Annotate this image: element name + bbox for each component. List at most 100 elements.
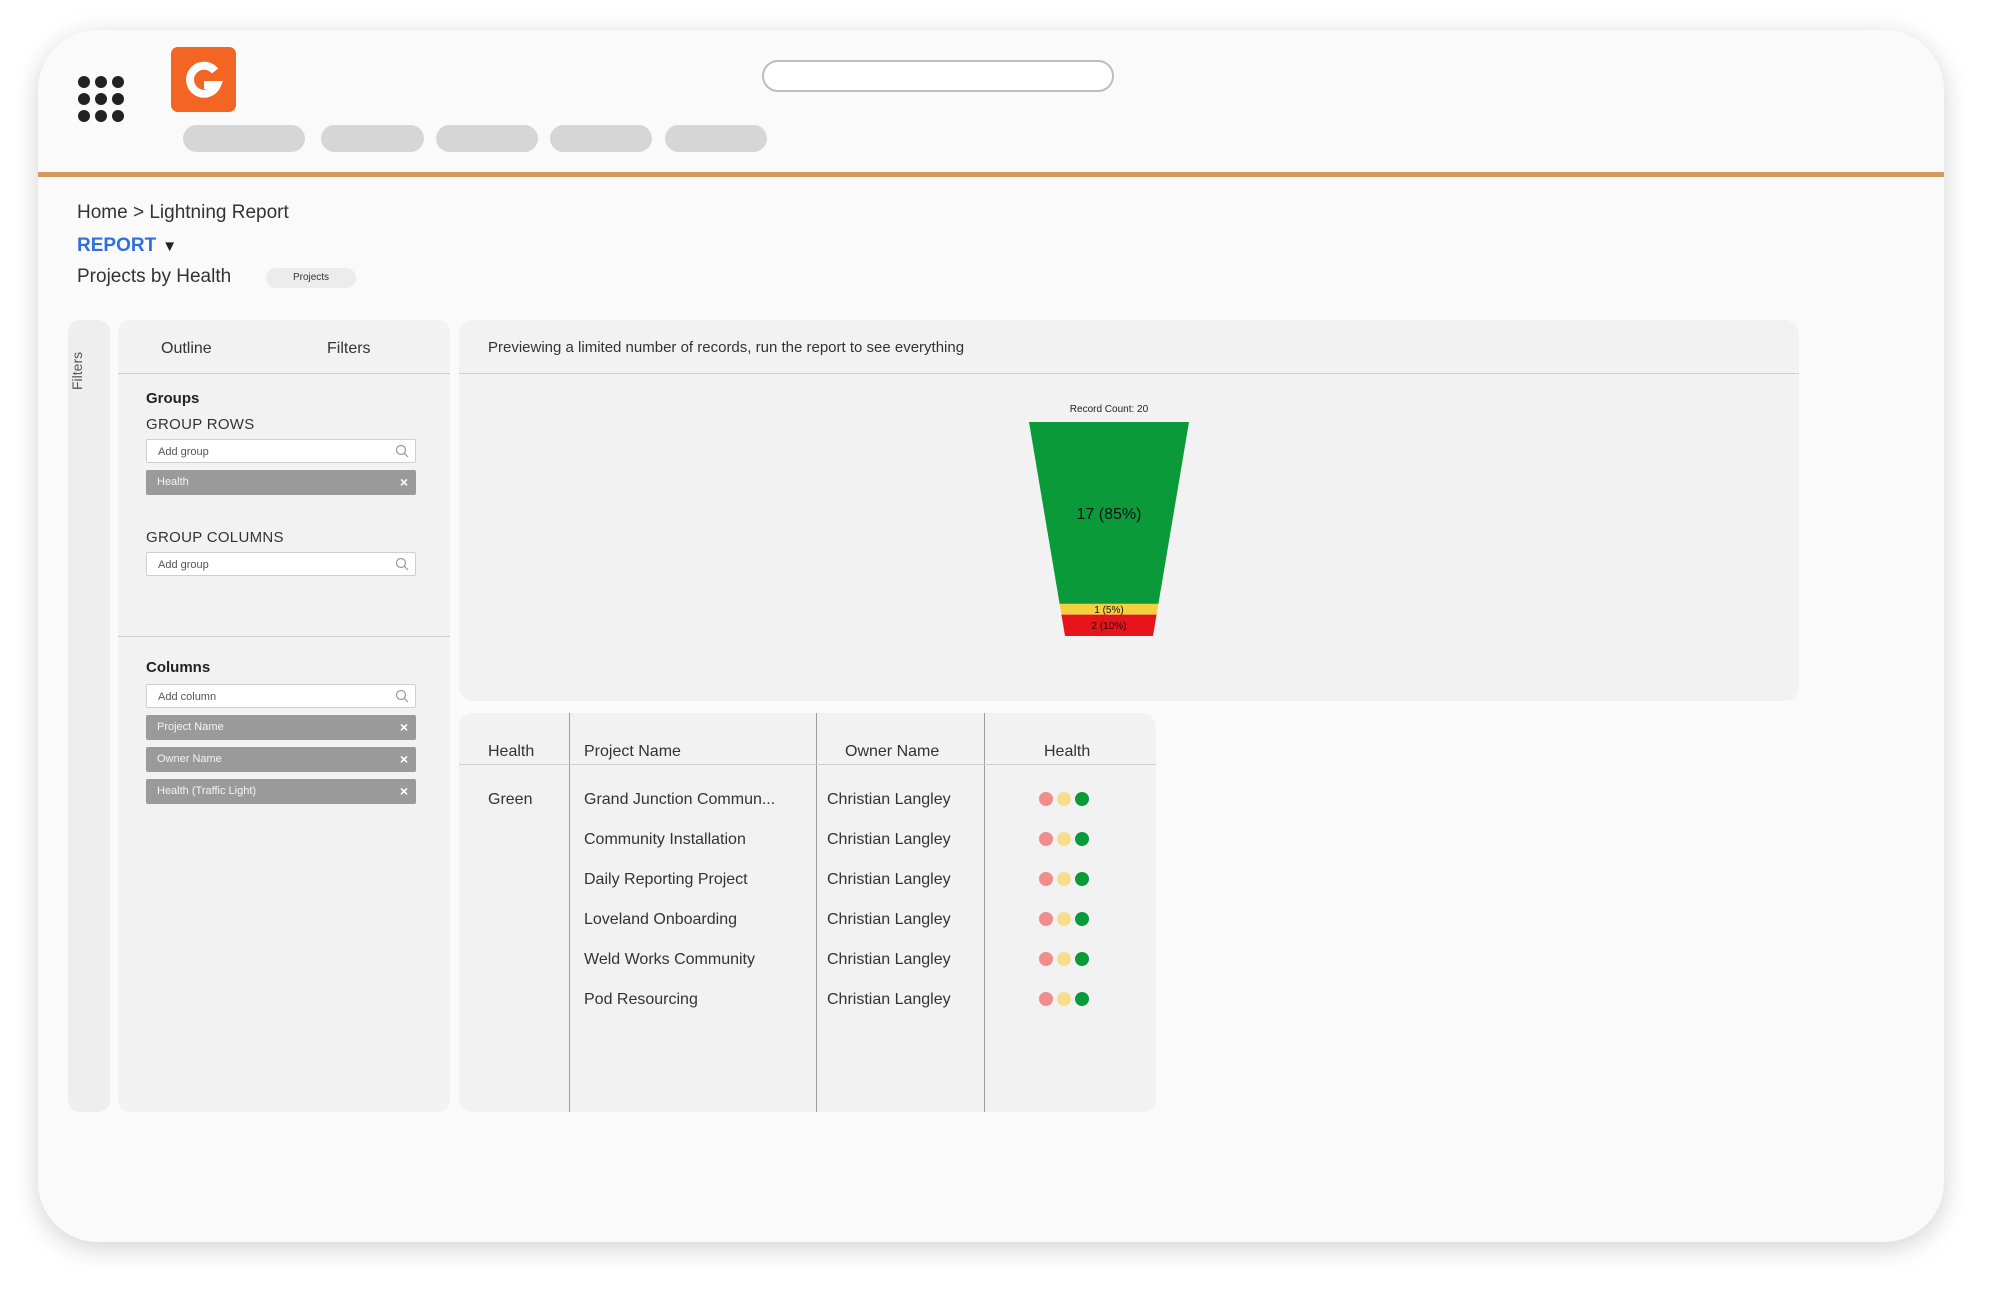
- cell-project-name[interactable]: Daily Reporting Project: [584, 871, 748, 889]
- column-divider: [569, 713, 570, 1112]
- column-chip-owner-name[interactable]: Owner Name ×: [146, 747, 416, 772]
- yellow-light-icon: [1057, 832, 1071, 846]
- search-icon: [395, 689, 409, 703]
- group-row-chip-health[interactable]: Health ×: [146, 470, 416, 495]
- filters-rail[interactable]: Filters: [68, 320, 110, 1112]
- cell-owner-name: Christian Langley: [827, 911, 951, 928]
- funnel-segment-label: 2 (10%): [1091, 621, 1126, 632]
- green-light-icon: [1075, 872, 1089, 886]
- g-logo-icon[interactable]: [171, 47, 236, 112]
- funnel-chart[interactable]: Record Count: 20 17 (85%) 1 (5%) 2 (10%): [1019, 400, 1199, 640]
- caret-down-icon: ▼: [162, 238, 178, 255]
- header-row-divider: [459, 764, 1156, 765]
- chart-title: Record Count: 20: [1070, 404, 1149, 415]
- columns-title: Columns: [146, 659, 211, 676]
- funnel-segment-label: 1 (5%): [1094, 605, 1123, 616]
- cell-owner-name: Christian Langley: [827, 791, 951, 808]
- column-chip-health-traffic-light[interactable]: Health (Traffic Light) ×: [146, 779, 416, 804]
- column-header-health[interactable]: Health: [488, 743, 534, 761]
- report-label: REPORT: [77, 235, 157, 256]
- report-menu-button[interactable]: REPORT ▼: [77, 235, 177, 257]
- close-icon[interactable]: ×: [400, 779, 408, 804]
- traffic-light-indicator: [1039, 992, 1099, 1008]
- red-light-icon: [1039, 872, 1053, 886]
- cell-project-name[interactable]: Community Installation: [584, 831, 746, 849]
- nav-tab-3[interactable]: [436, 125, 538, 152]
- tab-filters[interactable]: Filters: [327, 340, 371, 358]
- cell-owner-name: Christian Langley: [827, 831, 951, 848]
- global-search-input[interactable]: [762, 60, 1114, 92]
- app-launcher-icon[interactable]: [78, 76, 124, 122]
- nav-tab-2[interactable]: [321, 125, 424, 152]
- groups-title: Groups: [146, 390, 200, 407]
- chip-label: Project Name: [157, 721, 224, 733]
- nav-tab-4[interactable]: [550, 125, 652, 152]
- app-window: Home > Lightning Report REPORT ▼ Projects…: [38, 30, 1944, 1242]
- funnel-segment-label: 17 (85%): [1077, 506, 1142, 523]
- chart-header: Previewing a limited number of records, …: [459, 320, 1799, 374]
- cell-project-name[interactable]: Grand Junction Commun...: [584, 791, 775, 809]
- yellow-light-icon: [1057, 872, 1071, 886]
- nav-tab-5[interactable]: [665, 125, 767, 152]
- cell-project-name[interactable]: Pod Resourcing: [584, 991, 698, 1009]
- column-header-owner-name[interactable]: Owner Name: [845, 743, 939, 761]
- cell-owner-name: Christian Langley: [827, 991, 951, 1008]
- column-divider: [816, 713, 817, 1112]
- cell-owner-name: Christian Langley: [827, 951, 951, 968]
- object-badge: Projects: [266, 268, 356, 288]
- add-group-rows-placeholder: Add group: [158, 446, 209, 458]
- header-divider: [38, 172, 1944, 177]
- green-light-icon: [1075, 792, 1089, 806]
- cell-project-name[interactable]: Loveland Onboarding: [584, 911, 737, 929]
- green-light-icon: [1075, 832, 1089, 846]
- close-icon[interactable]: ×: [400, 715, 408, 740]
- search-icon: [395, 557, 409, 571]
- outline-panel: Outline Filters Groups GROUP ROWS Add gr…: [118, 320, 450, 1112]
- red-light-icon: [1039, 952, 1053, 966]
- red-light-icon: [1039, 832, 1053, 846]
- chip-label: Health: [157, 476, 189, 488]
- column-header-health-traffic-light[interactable]: Health: [1044, 743, 1090, 761]
- group-cell-health: Green: [488, 791, 533, 808]
- search-icon: [395, 444, 409, 458]
- column-chip-project-name[interactable]: Project Name ×: [146, 715, 416, 740]
- breadcrumb[interactable]: Home > Lightning Report: [77, 202, 289, 224]
- traffic-light-indicator: [1039, 952, 1099, 968]
- filters-rail-label: Filters: [69, 351, 85, 390]
- column-divider: [984, 713, 985, 1112]
- close-icon[interactable]: ×: [400, 470, 408, 495]
- page-title: Projects by Health: [77, 266, 232, 287]
- group-rows-label: GROUP ROWS: [146, 416, 255, 433]
- traffic-light-indicator: [1039, 872, 1099, 888]
- red-light-icon: [1039, 912, 1053, 926]
- report-table: Health Project Name Owner Name Health Gr…: [459, 713, 1156, 1112]
- add-column-placeholder: Add column: [158, 691, 217, 703]
- close-icon[interactable]: ×: [400, 747, 408, 772]
- column-header-project-name[interactable]: Project Name: [584, 743, 681, 761]
- add-group-columns-input[interactable]: Add group: [146, 552, 416, 576]
- add-column-input[interactable]: Add column: [146, 684, 416, 708]
- red-light-icon: [1039, 792, 1053, 806]
- cell-owner-name: Christian Langley: [827, 871, 951, 888]
- green-light-icon: [1075, 912, 1089, 926]
- traffic-light-indicator: [1039, 792, 1099, 808]
- tab-outline[interactable]: Outline: [161, 340, 212, 358]
- chip-label: Health (Traffic Light): [157, 785, 257, 797]
- yellow-light-icon: [1057, 792, 1071, 806]
- yellow-light-icon: [1057, 992, 1071, 1006]
- red-light-icon: [1039, 992, 1053, 1006]
- yellow-light-icon: [1057, 952, 1071, 966]
- cell-project-name[interactable]: Weld Works Community: [584, 951, 755, 969]
- traffic-light-indicator: [1039, 832, 1099, 848]
- chart-panel: Previewing a limited number of records, …: [459, 320, 1799, 701]
- add-group-rows-input[interactable]: Add group: [146, 439, 416, 463]
- yellow-light-icon: [1057, 912, 1071, 926]
- nav-tab-1[interactable]: [183, 125, 305, 152]
- group-columns-label: GROUP COLUMNS: [146, 529, 284, 546]
- panel-tabs: Outline Filters: [118, 320, 450, 374]
- green-light-icon: [1075, 952, 1089, 966]
- preview-message: Previewing a limited number of records, …: [488, 339, 965, 356]
- section-divider: [118, 636, 450, 637]
- chip-label: Owner Name: [157, 753, 222, 765]
- add-group-columns-placeholder: Add group: [158, 559, 209, 571]
